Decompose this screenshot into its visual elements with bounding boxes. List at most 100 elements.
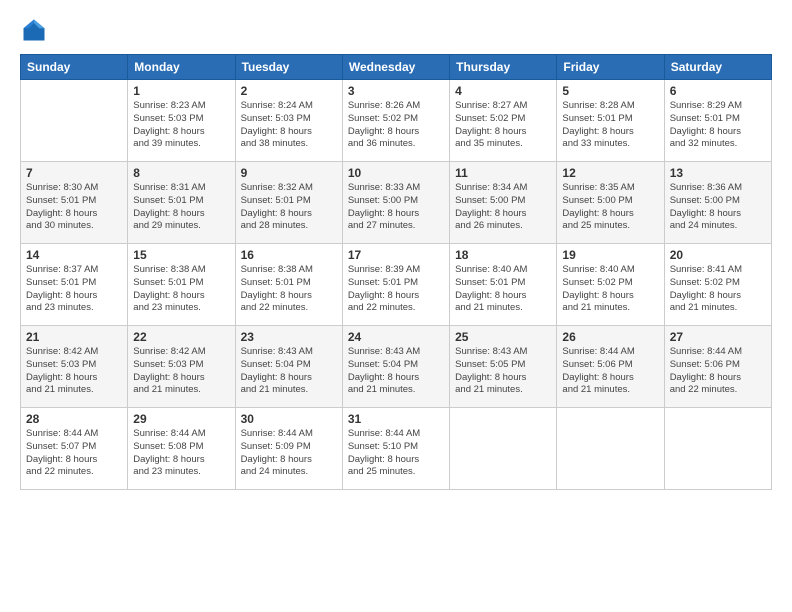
day-cell: 7 Sunrise: 8:30 AM Sunset: 5:01 PM Daylig…	[21, 162, 128, 244]
day-cell: 5 Sunrise: 8:28 AM Sunset: 5:01 PM Daylig…	[557, 80, 664, 162]
week-row-1: 1 Sunrise: 8:23 AM Sunset: 5:03 PM Daylig…	[21, 80, 772, 162]
day-cell: 27 Sunrise: 8:44 AM Sunset: 5:06 PM Dayli…	[664, 326, 771, 408]
day-number: 9	[241, 166, 337, 180]
day-number: 29	[133, 412, 229, 426]
day-number: 28	[26, 412, 122, 426]
day-cell: 29 Sunrise: 8:44 AM Sunset: 5:08 PM Dayli…	[128, 408, 235, 490]
page: SundayMondayTuesdayWednesdayThursdayFrid…	[0, 0, 792, 612]
day-info: Sunrise: 8:39 AM Sunset: 5:01 PM Dayligh…	[348, 264, 444, 315]
day-cell: 20 Sunrise: 8:41 AM Sunset: 5:02 PM Dayli…	[664, 244, 771, 326]
day-number: 5	[562, 84, 658, 98]
day-cell: 15 Sunrise: 8:38 AM Sunset: 5:01 PM Dayli…	[128, 244, 235, 326]
day-info: Sunrise: 8:33 AM Sunset: 5:00 PM Dayligh…	[348, 182, 444, 233]
day-info: Sunrise: 8:38 AM Sunset: 5:01 PM Dayligh…	[241, 264, 337, 315]
week-row-5: 28 Sunrise: 8:44 AM Sunset: 5:07 PM Dayli…	[21, 408, 772, 490]
day-cell: 23 Sunrise: 8:43 AM Sunset: 5:04 PM Dayli…	[235, 326, 342, 408]
day-info: Sunrise: 8:40 AM Sunset: 5:02 PM Dayligh…	[562, 264, 658, 315]
header-cell-monday: Monday	[128, 55, 235, 80]
day-info: Sunrise: 8:31 AM Sunset: 5:01 PM Dayligh…	[133, 182, 229, 233]
day-number: 3	[348, 84, 444, 98]
day-cell: 14 Sunrise: 8:37 AM Sunset: 5:01 PM Dayli…	[21, 244, 128, 326]
day-info: Sunrise: 8:28 AM Sunset: 5:01 PM Dayligh…	[562, 100, 658, 151]
day-info: Sunrise: 8:27 AM Sunset: 5:02 PM Dayligh…	[455, 100, 551, 151]
day-info: Sunrise: 8:32 AM Sunset: 5:01 PM Dayligh…	[241, 182, 337, 233]
calendar-table: SundayMondayTuesdayWednesdayThursdayFrid…	[20, 54, 772, 490]
day-info: Sunrise: 8:24 AM Sunset: 5:03 PM Dayligh…	[241, 100, 337, 151]
header-cell-saturday: Saturday	[664, 55, 771, 80]
day-cell: 1 Sunrise: 8:23 AM Sunset: 5:03 PM Daylig…	[128, 80, 235, 162]
day-info: Sunrise: 8:44 AM Sunset: 5:06 PM Dayligh…	[562, 346, 658, 397]
day-number: 31	[348, 412, 444, 426]
day-number: 6	[670, 84, 766, 98]
logo	[20, 16, 52, 44]
day-number: 22	[133, 330, 229, 344]
day-cell: 4Sunrise: 8:27 AM Sunset: 5:02 PM Daylig…	[450, 80, 557, 162]
day-cell: 28 Sunrise: 8:44 AM Sunset: 5:07 PM Dayli…	[21, 408, 128, 490]
header-row: SundayMondayTuesdayWednesdayThursdayFrid…	[21, 55, 772, 80]
day-number: 14	[26, 248, 122, 262]
day-cell: 6Sunrise: 8:29 AM Sunset: 5:01 PM Daylig…	[664, 80, 771, 162]
day-info: Sunrise: 8:34 AM Sunset: 5:00 PM Dayligh…	[455, 182, 551, 233]
day-cell: 24 Sunrise: 8:43 AM Sunset: 5:04 PM Dayli…	[342, 326, 449, 408]
day-cell: 12Sunrise: 8:35 AM Sunset: 5:00 PM Dayli…	[557, 162, 664, 244]
day-info: Sunrise: 8:30 AM Sunset: 5:01 PM Dayligh…	[26, 182, 122, 233]
day-info: Sunrise: 8:23 AM Sunset: 5:03 PM Dayligh…	[133, 100, 229, 151]
day-info: Sunrise: 8:44 AM Sunset: 5:08 PM Dayligh…	[133, 428, 229, 479]
day-info: Sunrise: 8:36 AM Sunset: 5:00 PM Dayligh…	[670, 182, 766, 233]
day-cell: 16 Sunrise: 8:38 AM Sunset: 5:01 PM Dayli…	[235, 244, 342, 326]
day-number: 1	[133, 84, 229, 98]
day-number: 25	[455, 330, 551, 344]
day-info: Sunrise: 8:43 AM Sunset: 5:04 PM Dayligh…	[241, 346, 337, 397]
day-number: 15	[133, 248, 229, 262]
day-cell	[21, 80, 128, 162]
day-info: Sunrise: 8:42 AM Sunset: 5:03 PM Dayligh…	[26, 346, 122, 397]
day-number: 24	[348, 330, 444, 344]
day-number: 13	[670, 166, 766, 180]
day-cell: 13 Sunrise: 8:36 AM Sunset: 5:00 PM Dayli…	[664, 162, 771, 244]
day-number: 23	[241, 330, 337, 344]
day-info: Sunrise: 8:44 AM Sunset: 5:10 PM Dayligh…	[348, 428, 444, 479]
day-number: 7	[26, 166, 122, 180]
week-row-3: 14 Sunrise: 8:37 AM Sunset: 5:01 PM Dayli…	[21, 244, 772, 326]
day-number: 26	[562, 330, 658, 344]
day-cell: 8 Sunrise: 8:31 AM Sunset: 5:01 PM Daylig…	[128, 162, 235, 244]
day-info: Sunrise: 8:44 AM Sunset: 5:07 PM Dayligh…	[26, 428, 122, 479]
day-cell: 25 Sunrise: 8:43 AM Sunset: 5:05 PM Dayli…	[450, 326, 557, 408]
day-info: Sunrise: 8:43 AM Sunset: 5:04 PM Dayligh…	[348, 346, 444, 397]
day-cell: 18Sunrise: 8:40 AM Sunset: 5:01 PM Dayli…	[450, 244, 557, 326]
day-info: Sunrise: 8:44 AM Sunset: 5:06 PM Dayligh…	[670, 346, 766, 397]
day-number: 11	[455, 166, 551, 180]
day-number: 8	[133, 166, 229, 180]
day-cell: 2 Sunrise: 8:24 AM Sunset: 5:03 PM Daylig…	[235, 80, 342, 162]
day-info: Sunrise: 8:38 AM Sunset: 5:01 PM Dayligh…	[133, 264, 229, 315]
day-number: 20	[670, 248, 766, 262]
day-number: 2	[241, 84, 337, 98]
header-cell-thursday: Thursday	[450, 55, 557, 80]
day-info: Sunrise: 8:44 AM Sunset: 5:09 PM Dayligh…	[241, 428, 337, 479]
day-number: 21	[26, 330, 122, 344]
day-cell: 11 Sunrise: 8:34 AM Sunset: 5:00 PM Dayli…	[450, 162, 557, 244]
header-cell-wednesday: Wednesday	[342, 55, 449, 80]
day-cell: 30 Sunrise: 8:44 AM Sunset: 5:09 PM Dayli…	[235, 408, 342, 490]
day-cell: 10 Sunrise: 8:33 AM Sunset: 5:00 PM Dayli…	[342, 162, 449, 244]
day-number: 19	[562, 248, 658, 262]
day-cell: 21 Sunrise: 8:42 AM Sunset: 5:03 PM Dayli…	[21, 326, 128, 408]
day-number: 17	[348, 248, 444, 262]
day-cell: 9 Sunrise: 8:32 AM Sunset: 5:01 PM Daylig…	[235, 162, 342, 244]
day-info: Sunrise: 8:37 AM Sunset: 5:01 PM Dayligh…	[26, 264, 122, 315]
day-info: Sunrise: 8:43 AM Sunset: 5:05 PM Dayligh…	[455, 346, 551, 397]
day-info: Sunrise: 8:35 AM Sunset: 5:00 PM Dayligh…	[562, 182, 658, 233]
day-cell	[557, 408, 664, 490]
day-number: 10	[348, 166, 444, 180]
day-cell	[450, 408, 557, 490]
day-number: 16	[241, 248, 337, 262]
week-row-2: 7 Sunrise: 8:30 AM Sunset: 5:01 PM Daylig…	[21, 162, 772, 244]
day-number: 30	[241, 412, 337, 426]
header-cell-tuesday: Tuesday	[235, 55, 342, 80]
day-info: Sunrise: 8:41 AM Sunset: 5:02 PM Dayligh…	[670, 264, 766, 315]
day-cell: 22Sunrise: 8:42 AM Sunset: 5:03 PM Dayli…	[128, 326, 235, 408]
day-cell: 17 Sunrise: 8:39 AM Sunset: 5:01 PM Dayli…	[342, 244, 449, 326]
day-number: 27	[670, 330, 766, 344]
day-info: Sunrise: 8:26 AM Sunset: 5:02 PM Dayligh…	[348, 100, 444, 151]
day-cell	[664, 408, 771, 490]
